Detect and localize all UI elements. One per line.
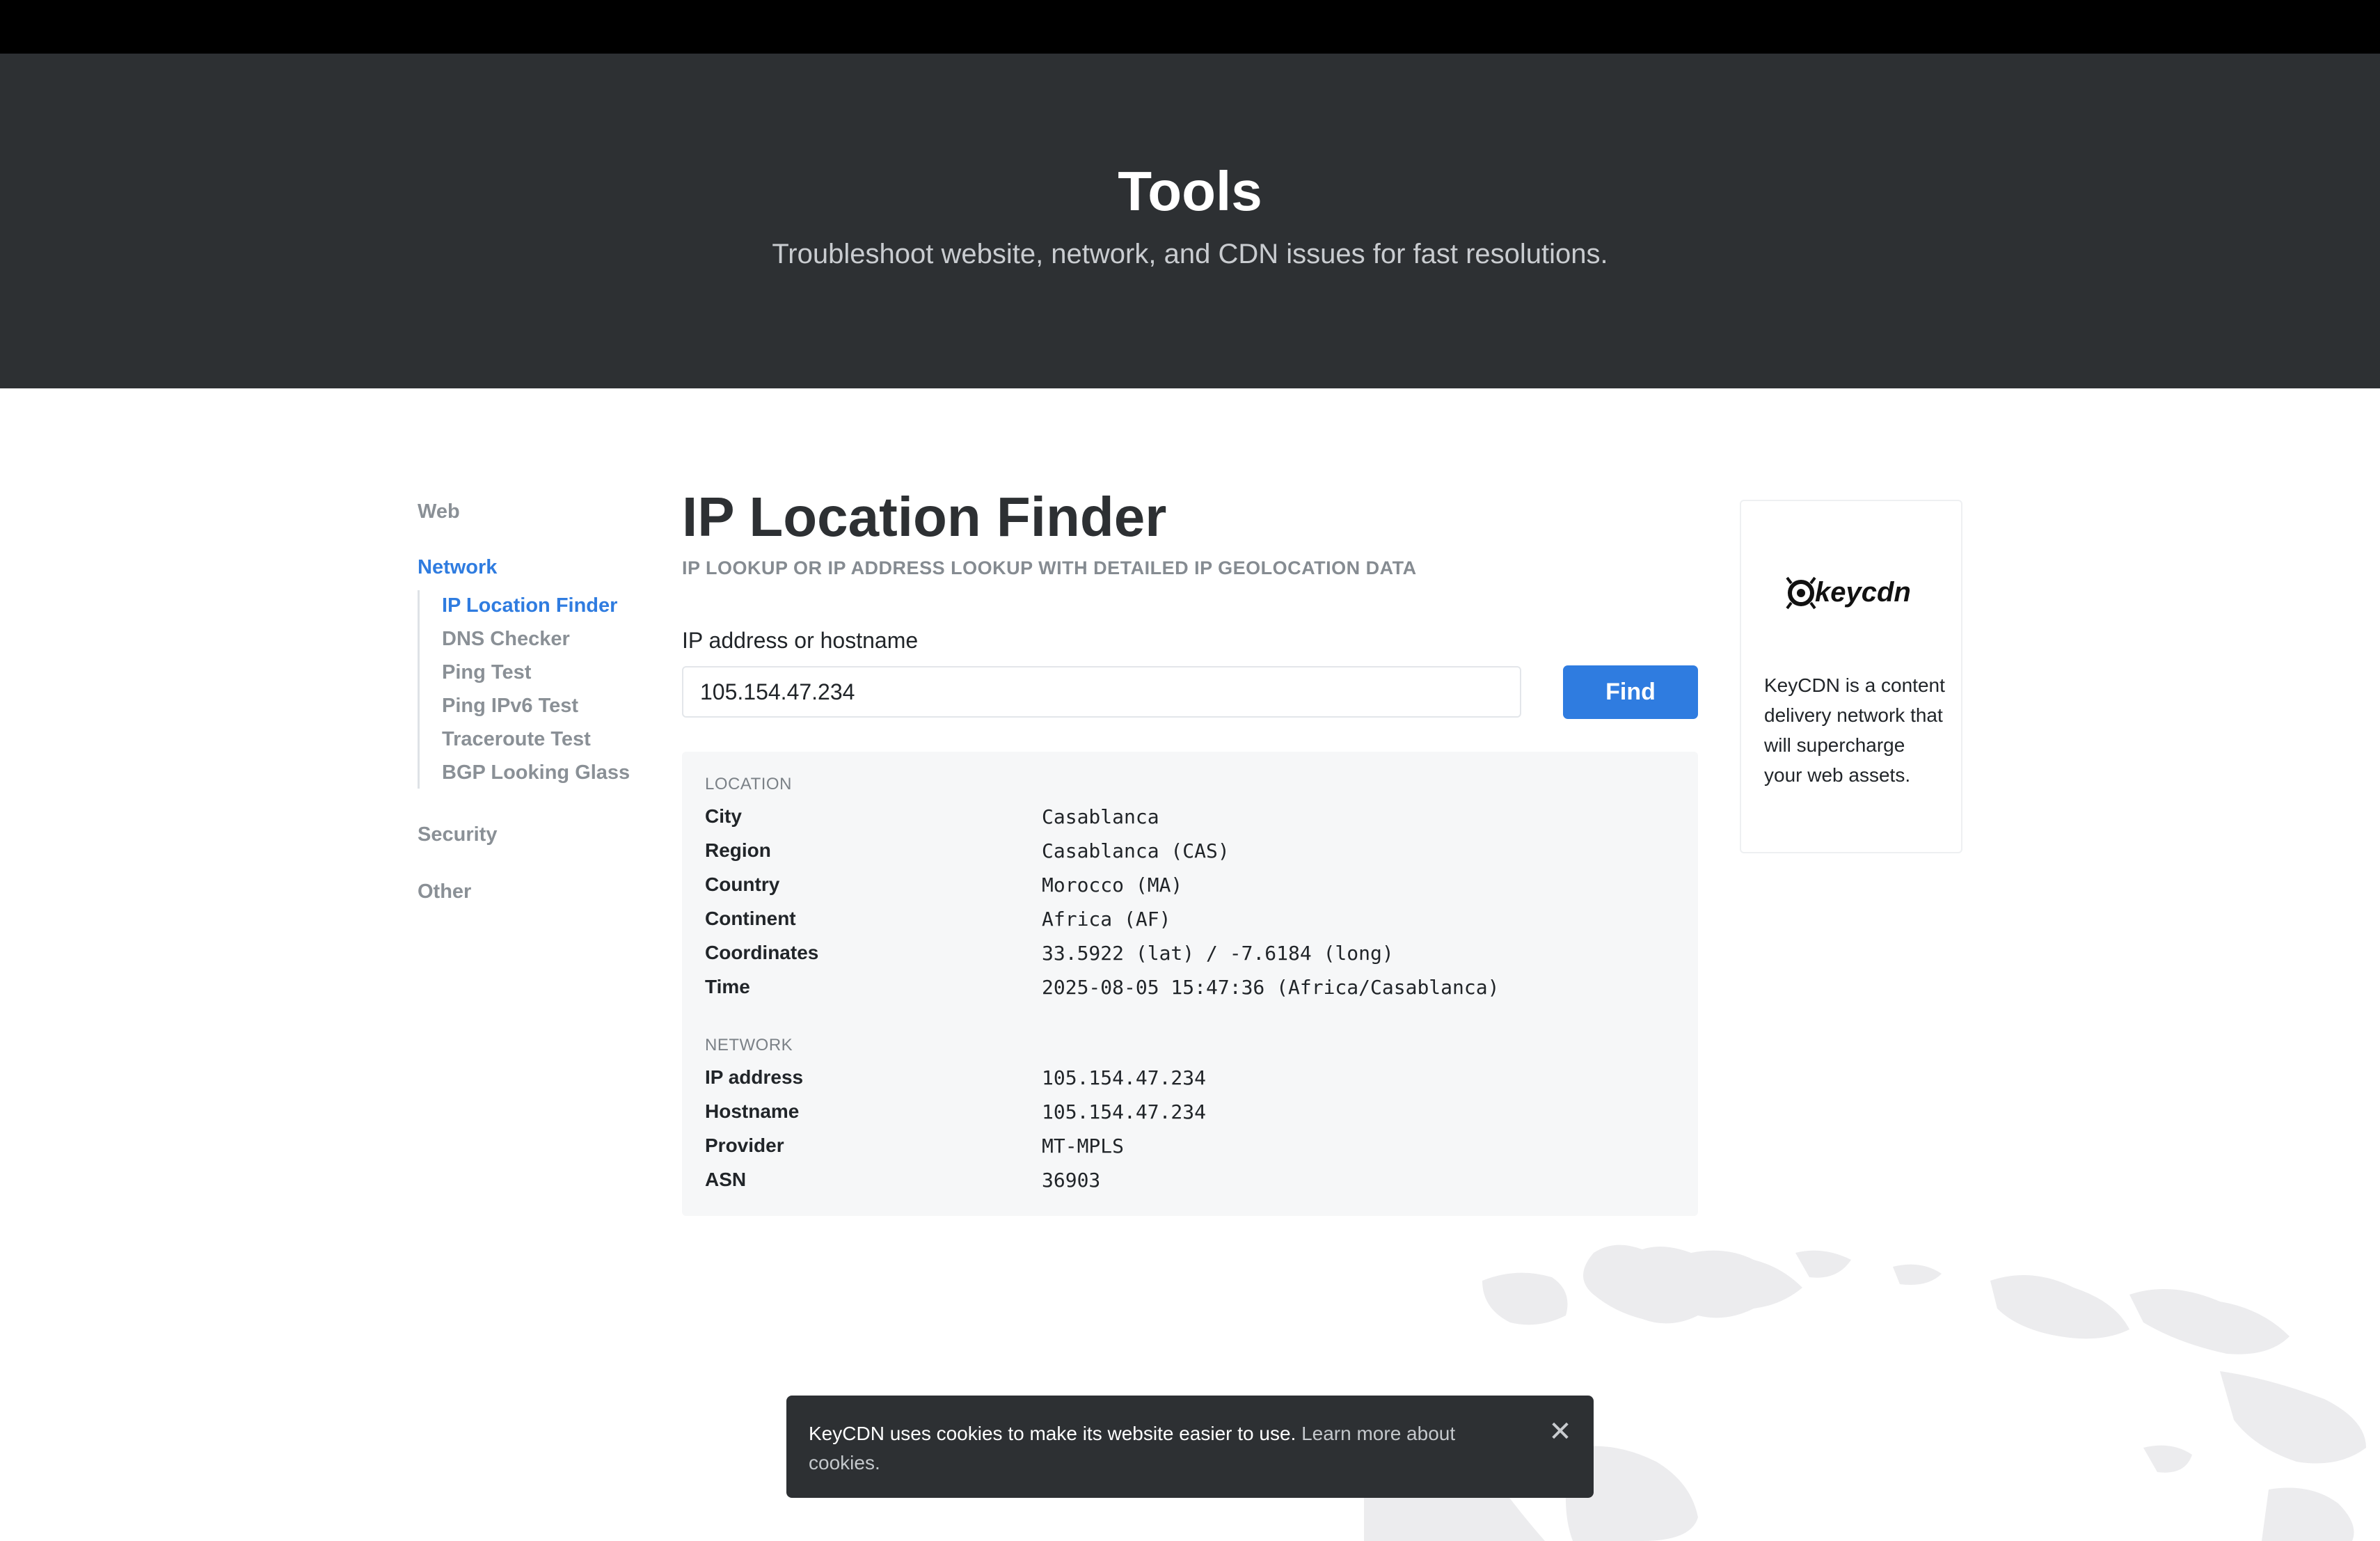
sidebar-item-traceroute-test[interactable]: Traceroute Test xyxy=(442,728,591,751)
sidebar-section-security[interactable]: Security xyxy=(418,823,497,846)
location-label-region: Region xyxy=(705,839,771,861)
cookie-text: KeyCDN uses cookies to make its website … xyxy=(809,1423,1296,1444)
results-panel: LOCATION City Casablanca Region Casablan… xyxy=(682,752,1698,1216)
network-value-hostname: 105.154.47.234 xyxy=(1042,1100,1207,1123)
sidebar-item-dns-checker[interactable]: DNS Checker xyxy=(442,628,570,651)
location-label-city: City xyxy=(705,805,742,827)
cookie-banner: KeyCDN uses cookies to make its website … xyxy=(786,1396,1594,1498)
sidebar-section-web[interactable]: Web xyxy=(418,500,460,523)
hero-title: Tools xyxy=(1118,160,1262,222)
location-value-continent: Africa (AF) xyxy=(1042,908,1171,931)
network-label-hostname: Hostname xyxy=(705,1100,800,1122)
location-label-country: Country xyxy=(705,874,780,895)
page-title: IP Location Finder xyxy=(682,486,1167,548)
cookie-message: KeyCDN uses cookies to make its website … xyxy=(809,1419,1505,1478)
keycdn-logo-icon: keycdn xyxy=(1786,576,1911,610)
location-value-region: Casablanca (CAS) xyxy=(1042,839,1230,862)
sidebar-subnav-rule xyxy=(418,590,420,789)
network-value-provider: MT-MPLS xyxy=(1042,1135,1125,1157)
location-value-city: Casablanca xyxy=(1042,805,1159,828)
ad-description: KeyCDN is a content delivery network tha… xyxy=(1764,674,1945,786)
location-value-time: 2025-08-05 15:47:36 (Africa/Casablanca) xyxy=(1042,976,1500,999)
location-heading: LOCATION xyxy=(705,775,792,793)
close-icon[interactable]: ✕ xyxy=(1546,1418,1574,1446)
find-button[interactable]: Find xyxy=(1563,665,1698,719)
location-label-continent: Continent xyxy=(705,908,796,929)
sidebar-section-other[interactable]: Other xyxy=(418,880,471,903)
hero-banner: Tools Troubleshoot website, network, and… xyxy=(0,54,2380,388)
network-label-ip: IP address xyxy=(705,1066,804,1088)
sidebar-section-network[interactable]: Network xyxy=(418,556,497,579)
page-subtitle: IP LOOKUP OR IP ADDRESS LOOKUP WITH DETA… xyxy=(682,558,1417,578)
ip-field-label: IP address or hostname xyxy=(682,628,919,653)
network-value-asn: 36903 xyxy=(1042,1169,1101,1192)
sidebar-item-bgp-looking-glass[interactable]: BGP Looking Glass xyxy=(442,761,630,784)
location-value-country: Morocco (MA) xyxy=(1042,874,1183,896)
keycdn-logo-text: keycdn xyxy=(1815,577,1911,608)
sidebar-item-ping-test[interactable]: Ping Test xyxy=(442,661,531,684)
location-label-coordinates: Coordinates xyxy=(705,942,819,963)
network-label-asn: ASN xyxy=(705,1169,747,1190)
sidebar-item-ip-location-finder[interactable]: IP Location Finder xyxy=(442,594,617,617)
network-value-ip: 105.154.47.234 xyxy=(1042,1066,1207,1089)
network-heading: NETWORK xyxy=(705,1036,793,1054)
keycdn-ad-card[interactable]: keycdn KeyCDN is a content delivery netw… xyxy=(1740,500,1962,853)
sidebar-item-ping-ipv6-test[interactable]: Ping IPv6 Test xyxy=(442,695,578,718)
keycdn-logo: keycdn xyxy=(1783,571,1922,615)
ip-hostname-input[interactable] xyxy=(682,666,1521,718)
location-value-coordinates: 33.5922 (lat) / -7.6184 (long) xyxy=(1042,942,1394,965)
hero-subtitle: Troubleshoot website, network, and CDN i… xyxy=(772,239,1608,269)
top-bar xyxy=(0,0,2380,54)
location-label-time: Time xyxy=(705,976,750,997)
network-label-provider: Provider xyxy=(705,1135,784,1156)
